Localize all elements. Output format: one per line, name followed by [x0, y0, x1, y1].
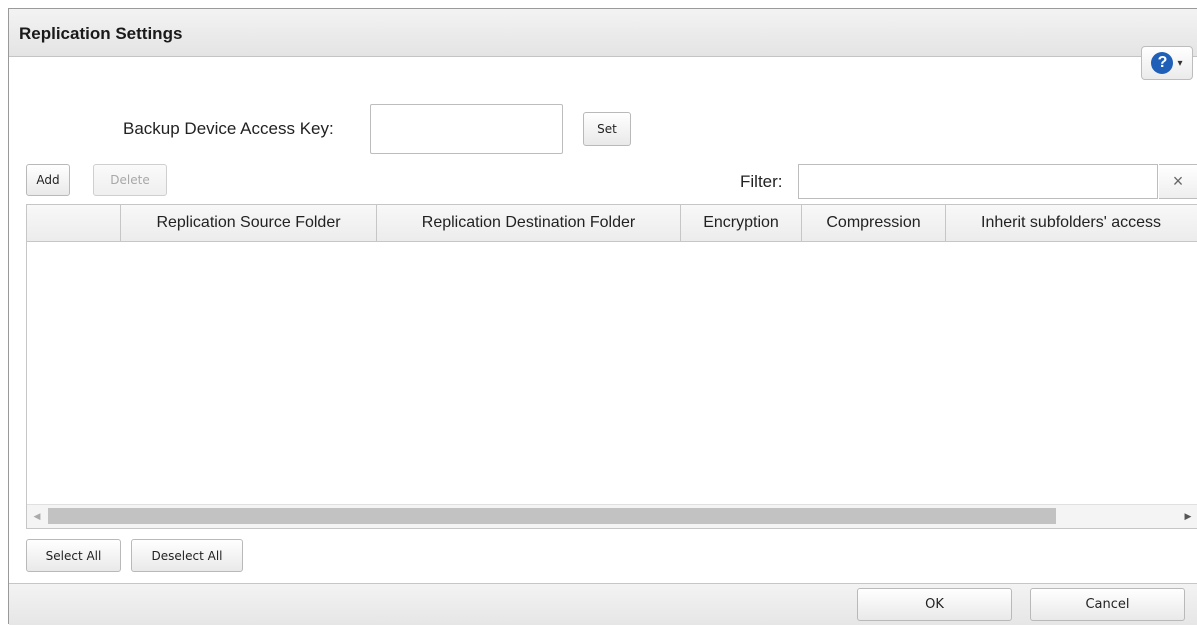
add-button[interactable]: Add — [26, 164, 70, 196]
clear-filter-button[interactable]: × — [1159, 164, 1197, 199]
cancel-button[interactable]: Cancel — [1030, 588, 1185, 621]
column-header-source-folder[interactable]: Replication Source Folder — [121, 205, 377, 241]
deselect-all-button[interactable]: Deselect All — [131, 539, 243, 572]
help-button[interactable]: ? ▾ — [1141, 46, 1193, 80]
scrollbar-thumb[interactable] — [48, 508, 1056, 524]
ok-button[interactable]: OK — [857, 588, 1012, 621]
close-icon: × — [1172, 171, 1184, 191]
column-header-encryption[interactable]: Encryption — [681, 205, 802, 241]
dialog-title: Replication Settings — [19, 24, 183, 43]
access-key-input[interactable] — [370, 104, 563, 154]
access-key-label: Backup Device Access Key: — [123, 119, 334, 138]
help-circle-icon: ? — [1151, 52, 1174, 74]
table-header: Replication Source Folder Replication De… — [27, 205, 1197, 242]
scroll-right-icon[interactable]: ▶ — [1178, 505, 1197, 527]
column-header-destination-folder[interactable]: Replication Destination Folder — [377, 205, 681, 241]
column-header-compression[interactable]: Compression — [802, 205, 946, 241]
filter-input[interactable] — [798, 164, 1158, 199]
delete-button[interactable]: Delete — [93, 164, 167, 196]
column-header-select[interactable] — [27, 205, 121, 241]
horizontal-scrollbar[interactable]: ◀ ▶ — [27, 504, 1197, 528]
replication-settings-dialog: Replication Settings ? ▾ Backup Device A… — [8, 8, 1197, 625]
dialog-titlebar: Replication Settings — [9, 9, 1197, 57]
select-all-button[interactable]: Select All — [26, 539, 121, 572]
set-button[interactable]: Set — [583, 112, 631, 146]
filter-label: Filter: — [740, 172, 783, 191]
scroll-left-icon[interactable]: ◀ — [27, 505, 47, 527]
chevron-down-icon: ▾ — [1177, 57, 1183, 69]
replication-table[interactable]: Replication Source Folder Replication De… — [26, 204, 1197, 529]
column-header-inherit-access[interactable]: Inherit subfolders' access — [946, 205, 1197, 241]
dialog-footer — [9, 583, 1197, 625]
